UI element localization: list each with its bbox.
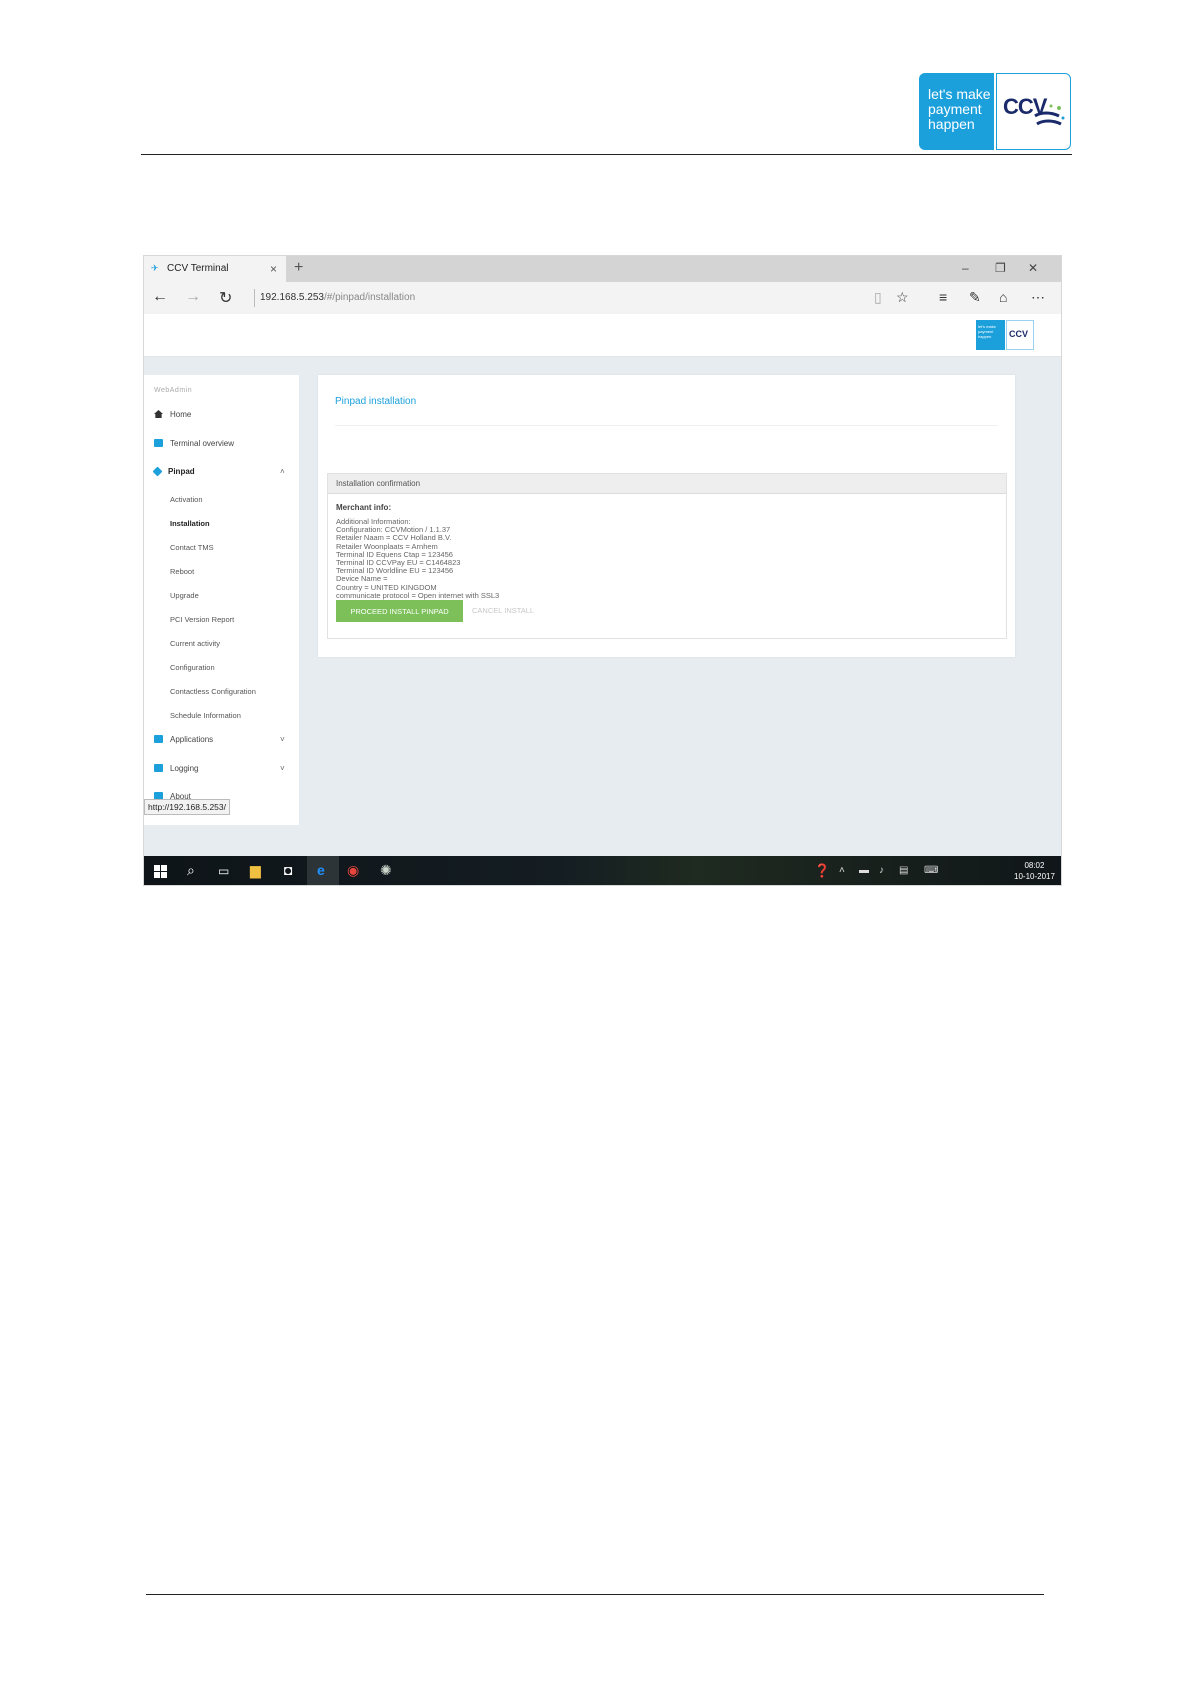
sidebar-subitem-contact-tms[interactable]: Contact TMS: [170, 543, 214, 552]
address-bar: ← → ↻ 192.168.5.253/#/pinpad/installatio…: [144, 282, 1061, 315]
sidebar-subitem-current-activity[interactable]: Current activity: [170, 639, 220, 648]
store-icon[interactable]: ◘: [284, 862, 292, 878]
url-host: 192.168.5.253: [260, 292, 324, 303]
favicon-icon: ✈: [151, 263, 159, 273]
task-view-icon[interactable]: ▭: [218, 864, 229, 878]
url-field[interactable]: 192.168.5.253/#/pinpad/installation: [260, 292, 415, 303]
sidebar-subitem-pci-version-report[interactable]: PCI Version Report: [170, 615, 234, 624]
hub-icon[interactable]: ≡: [939, 289, 947, 305]
header-rule: [141, 154, 1072, 155]
windows-start-icon[interactable]: [154, 865, 167, 878]
sidebar-item-label: Logging: [170, 764, 199, 773]
forward-icon[interactable]: →: [185, 288, 201, 306]
url-path: /#/pinpad/installation: [323, 292, 416, 303]
chrome-icon[interactable]: ◉: [347, 862, 359, 879]
divider: [335, 425, 998, 426]
windows-taskbar: ⌕ ▭ ▆ ◘ e ◉ ✺ ❓ ˄ ▬ ♪ ▤ ⌨ 08:02 10-10-20…: [144, 856, 1061, 885]
panel-title: Installation confirmation: [328, 474, 1006, 494]
app-logo-brand: CCV: [1006, 320, 1034, 350]
sidebar-item-label: Terminal overview: [170, 439, 235, 448]
home-icon: [154, 410, 163, 418]
new-tab-button[interactable]: +: [294, 259, 303, 277]
favorite-star-icon[interactable]: ☆: [896, 289, 909, 306]
sidebar-item-applications[interactable]: Applications: [154, 735, 213, 744]
status-bar-url: http://192.168.5.253/: [144, 799, 230, 815]
sidebar-header: WebAdmin: [154, 387, 193, 394]
sidebar-item-pinpad[interactable]: Pinpad: [152, 466, 195, 477]
search-icon[interactable]: ⌕: [187, 862, 195, 879]
chevron-up-icon[interactable]: ˄: [839, 865, 845, 876]
more-icon[interactable]: ⋯: [1031, 289, 1045, 306]
sidebar-item-label: Home: [170, 410, 192, 419]
chevron-up-icon[interactable]: ˄: [280, 467, 285, 476]
logo-slogan: let's make payment happen: [919, 73, 994, 150]
app-logo: let's make payment happen CCV: [976, 320, 1034, 350]
sidebar-subitem-activation[interactable]: Activation: [170, 495, 203, 504]
main-card: Pinpad installation Installation confirm…: [318, 375, 1015, 657]
chevron-down-icon[interactable]: ˅: [280, 735, 285, 744]
sidebar-subitem-reboot[interactable]: Reboot: [170, 567, 194, 576]
card-icon: [154, 735, 163, 743]
web-note-icon[interactable]: ✎: [969, 289, 981, 306]
tab-close-icon[interactable]: ×: [270, 262, 277, 276]
merchant-info-details: Additional Information: Configuration: C…: [336, 517, 500, 600]
sidebar-item-terminal-overview[interactable]: Terminal overview: [154, 439, 234, 448]
battery-icon[interactable]: ▬: [859, 865, 869, 876]
reading-view-icon[interactable]: ▯: [874, 289, 882, 306]
clock-date: 10-10-2017: [1014, 872, 1055, 881]
app-header: let's make payment happen CCV: [144, 314, 1061, 357]
volume-icon[interactable]: ♪: [879, 865, 884, 876]
proceed-install-pinpad-button[interactable]: PROCEED INSTALL PINPAD: [336, 600, 463, 622]
action-center-icon[interactable]: ▤: [899, 865, 908, 876]
sidebar-subitem-installation[interactable]: Installation: [170, 519, 210, 528]
page-title: Pinpad installation: [335, 396, 417, 407]
sidebar-subitem-configuration[interactable]: Configuration: [170, 663, 215, 672]
file-icon: [154, 764, 163, 772]
tab-title: CCV Terminal: [167, 263, 229, 274]
url-divider: [254, 289, 255, 307]
file-explorer-icon[interactable]: ▆: [250, 862, 261, 879]
app-icon[interactable]: ✺: [380, 862, 392, 879]
chevron-down-icon[interactable]: ˅: [280, 764, 285, 773]
tab-ccv-terminal[interactable]: ✈ CCV Terminal ×: [144, 256, 286, 282]
sidebar-item-home[interactable]: Home: [154, 410, 191, 419]
calendar-icon: [154, 439, 163, 447]
share-icon[interactable]: ⌂: [999, 289, 1007, 305]
sidebar-item-logging[interactable]: Logging: [154, 764, 198, 773]
help-icon[interactable]: ❓: [814, 863, 830, 879]
browser-screenshot: ✈ CCV Terminal × + – ❐ ✕ ← → ↻ 192.168.5…: [143, 255, 1062, 886]
app-logo-slogan: let's make payment happen: [976, 320, 1005, 350]
clock-time: 08:02: [1024, 861, 1045, 870]
edge-browser-icon[interactable]: e: [317, 862, 325, 878]
installation-confirmation-panel: Installation confirmation Merchant info:…: [327, 473, 1007, 639]
logo-brand-box: CCV: [996, 73, 1071, 150]
merchant-info-label: Merchant info:: [336, 503, 392, 512]
refresh-icon[interactable]: ↻: [219, 288, 232, 308]
sidebar-item-label: Pinpad: [168, 467, 195, 476]
cancel-install-button[interactable]: CANCEL INSTALL: [472, 600, 534, 622]
layers-icon: [152, 466, 163, 477]
footer-rule: [146, 1594, 1044, 1595]
sidebar-subitem-schedule-information[interactable]: Schedule Information: [170, 711, 241, 720]
ccv-logo: let's make payment happen CCV: [919, 73, 1071, 150]
minimize-button[interactable]: –: [962, 261, 969, 275]
taskbar-clock[interactable]: 08:02 10-10-2017: [1014, 860, 1055, 882]
sidebar-subitem-contactless-configuration[interactable]: Contactless Configuration: [170, 687, 256, 696]
back-icon[interactable]: ←: [152, 288, 168, 306]
sidebar-subitem-upgrade[interactable]: Upgrade: [170, 591, 199, 600]
info-line: communicate protocol = Open internet wit…: [336, 590, 500, 600]
keyboard-icon[interactable]: ⌨: [924, 865, 938, 876]
tab-bar: ✈ CCV Terminal × + – ❐ ✕: [144, 256, 1061, 282]
logo-flower-icon: [1034, 104, 1065, 126]
sidebar: WebAdmin Home Terminal overview Pinpad ˄…: [144, 375, 299, 825]
restore-button[interactable]: ❐: [995, 261, 1006, 275]
close-window-button[interactable]: ✕: [1028, 261, 1038, 275]
sidebar-item-label: Applications: [170, 735, 214, 744]
